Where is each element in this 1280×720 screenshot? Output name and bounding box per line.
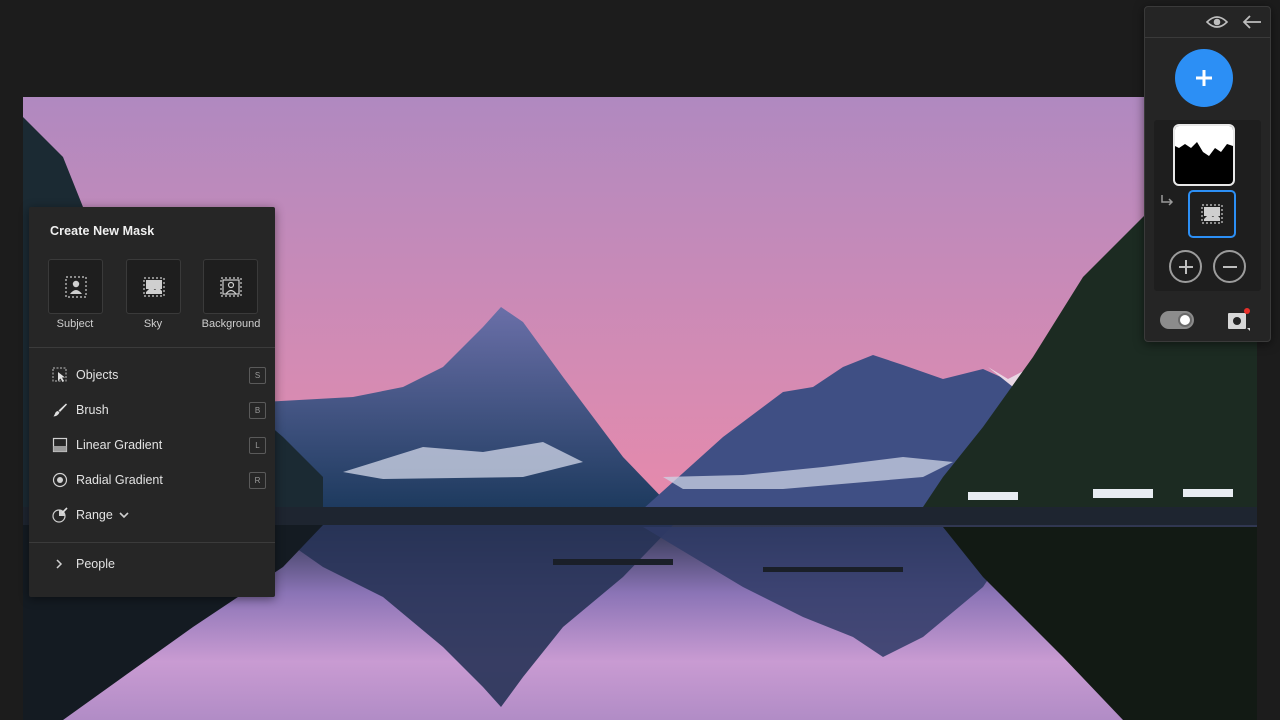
select-sky-button[interactable] [126, 259, 181, 314]
radial-gradient-label: Radial Gradient [76, 473, 163, 487]
select-background-icon [219, 276, 242, 297]
subject-label: Subject [56, 318, 94, 330]
people-label: People [76, 557, 115, 571]
linear-gradient-icon [52, 437, 68, 453]
select-subject-button[interactable] [48, 259, 103, 314]
objects-label: Objects [76, 368, 119, 382]
divider [29, 347, 275, 348]
sky-label: Sky [143, 318, 163, 330]
header-divider [1145, 37, 1270, 38]
range-icon [52, 507, 68, 523]
shortcut-badge: L [249, 436, 266, 454]
brush-icon [53, 403, 67, 417]
linear-gradient-tool[interactable]: Linear Gradient L [29, 429, 275, 461]
overlay-options-icon[interactable] [1227, 308, 1251, 332]
shortcut-badge: B [249, 401, 266, 419]
chevron-right-icon [56, 559, 63, 569]
subtract-from-mask-button[interactable] [1213, 250, 1246, 283]
app-window: Create New Mask Subject Sky Background O… [0, 0, 1280, 720]
submask-connector-icon [1161, 195, 1174, 206]
radial-gradient-tool[interactable]: Radial Gradient R [29, 464, 275, 496]
submask-thumbnail[interactable] [1188, 190, 1236, 238]
linear-gradient-label: Linear Gradient [76, 438, 163, 452]
create-new-mask-panel: Create New Mask Subject Sky Background O… [29, 207, 275, 597]
masks-panel [1144, 6, 1271, 342]
people-section[interactable]: People [29, 548, 275, 580]
shortcut-badge: S [249, 366, 266, 384]
add-circle-icon [1178, 259, 1193, 274]
select-sky-icon [142, 276, 165, 297]
back-arrow-icon[interactable] [1241, 14, 1263, 30]
brush-label: Brush [76, 403, 109, 417]
range-tool[interactable]: Range [29, 499, 275, 531]
select-subject-icon [64, 275, 87, 298]
shortcut-badge: R [249, 471, 266, 489]
toggle-knob [1178, 313, 1192, 327]
select-background-button[interactable] [203, 259, 258, 314]
background-label: Background [201, 318, 261, 330]
objects-tool[interactable]: Objects S [29, 359, 275, 391]
select-sky-icon [1201, 204, 1223, 224]
mask-list [1154, 120, 1261, 291]
plus-icon [1196, 70, 1212, 86]
range-label: Range [76, 508, 113, 522]
add-mask-button[interactable] [1175, 49, 1233, 107]
chevron-down-icon [119, 512, 129, 519]
objects-icon [52, 367, 67, 382]
brush-tool[interactable]: Brush B [29, 394, 275, 426]
mask-thumbnail[interactable] [1173, 124, 1235, 186]
divider [29, 542, 275, 543]
subtract-circle-icon [1222, 265, 1237, 268]
add-to-mask-button[interactable] [1169, 250, 1202, 283]
panel-title: Create New Mask [50, 224, 155, 238]
radial-gradient-icon [52, 472, 68, 488]
sky-mask-preview-icon [1175, 126, 1233, 156]
eye-icon[interactable] [1206, 14, 1228, 30]
show-overlay-toggle[interactable] [1160, 311, 1194, 329]
